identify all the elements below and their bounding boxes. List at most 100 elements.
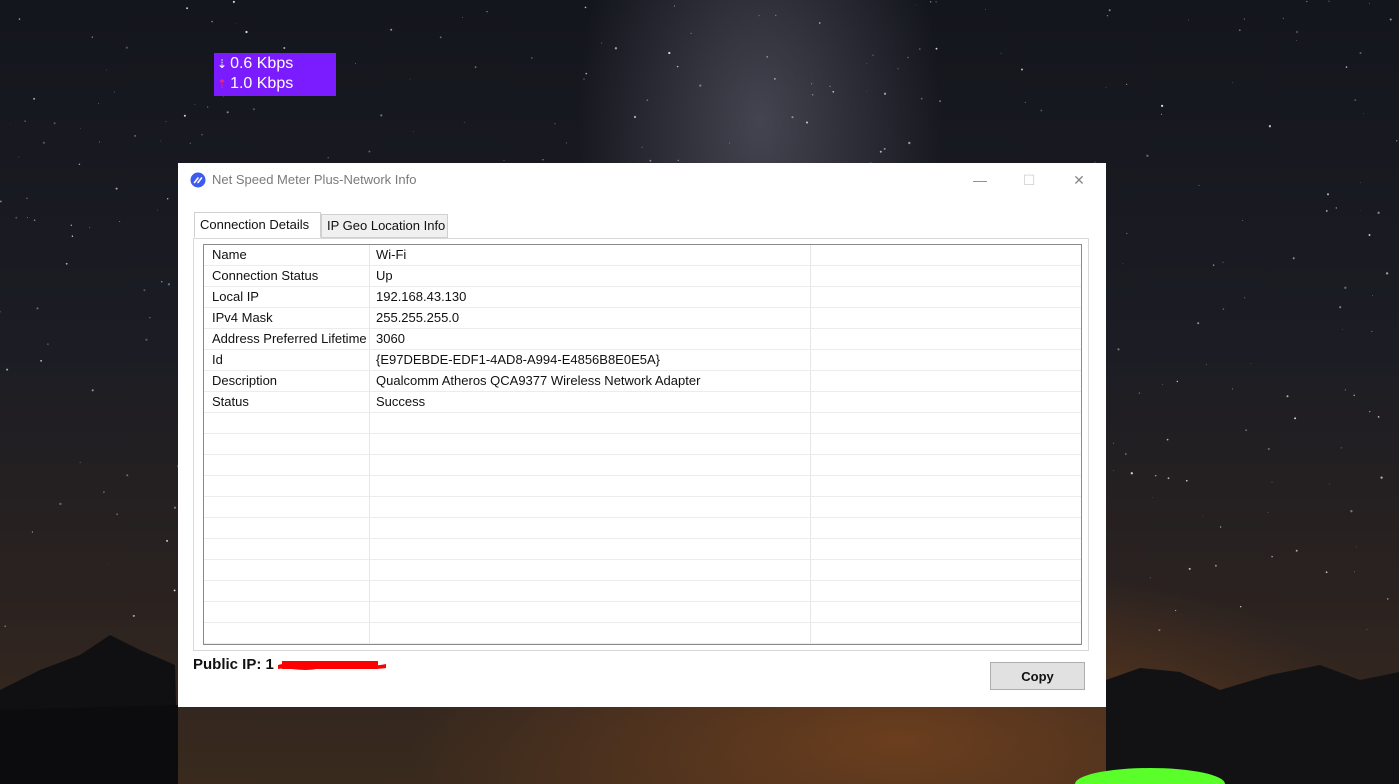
field-name-cell <box>204 518 370 538</box>
empty-table-row[interactable] <box>204 518 1081 539</box>
field-name-cell <box>204 434 370 454</box>
download-speed: 0.6 Kbps <box>230 55 294 72</box>
public-ip-caption: Public IP: <box>193 656 262 673</box>
extra-cell <box>811 434 1081 454</box>
field-name-cell: Description <box>204 371 370 391</box>
extra-cell <box>811 308 1081 328</box>
extra-cell <box>811 581 1081 601</box>
extra-cell <box>811 266 1081 286</box>
field-value-cell: 255.255.255.0 <box>370 308 811 328</box>
table-row[interactable]: Address Preferred Lifetime 3060 <box>204 329 1081 350</box>
field-value-cell <box>370 413 811 433</box>
field-name-cell <box>204 497 370 517</box>
minimize-button[interactable]: — <box>957 163 1003 197</box>
field-value-cell: Success <box>370 392 811 412</box>
extra-cell <box>811 287 1081 307</box>
extra-cell <box>811 497 1081 517</box>
field-value-cell: Qualcomm Atheros QCA9377 Wireless Networ… <box>370 371 811 391</box>
field-name-cell <box>204 476 370 496</box>
empty-table-row[interactable] <box>204 497 1081 518</box>
empty-table-row[interactable] <box>204 560 1081 581</box>
field-name-cell: Connection Status <box>204 266 370 286</box>
field-name-cell <box>204 455 370 475</box>
extra-cell <box>811 602 1081 622</box>
maximize-icon: ☐ <box>1022 171 1036 188</box>
field-value-cell: Up <box>370 266 811 286</box>
field-name-cell <box>204 560 370 580</box>
redaction-scribble <box>278 661 386 670</box>
close-icon: ✕ <box>1073 171 1085 188</box>
field-name-cell <box>204 581 370 601</box>
field-value-cell <box>370 539 811 559</box>
empty-table-row[interactable] <box>204 434 1081 455</box>
field-value-cell <box>370 518 811 538</box>
empty-table-row[interactable] <box>204 602 1081 623</box>
extra-cell <box>811 329 1081 349</box>
field-value-cell: 3060 <box>370 329 811 349</box>
tab-ip-geo-location-info[interactable]: IP Geo Location Info <box>321 214 448 238</box>
extra-cell <box>811 392 1081 412</box>
table-row[interactable]: IPv4 Mask 255.255.255.0 <box>204 308 1081 329</box>
extra-cell <box>811 350 1081 370</box>
field-name-cell: Status <box>204 392 370 412</box>
field-name-cell: Id <box>204 350 370 370</box>
empty-table-row[interactable] <box>204 539 1081 560</box>
field-value-cell <box>370 581 811 601</box>
network-info-window: Net Speed Meter Plus-Network Info — ☐ ✕ … <box>178 163 1106 707</box>
maximize-button[interactable]: ☐ <box>1006 163 1052 197</box>
title-bar[interactable]: Net Speed Meter Plus-Network Info — ☐ ✕ <box>178 163 1106 197</box>
field-value-cell <box>370 434 811 454</box>
extra-cell <box>811 518 1081 538</box>
extra-cell <box>811 455 1081 475</box>
field-name-cell <box>204 602 370 622</box>
tab-connection-details[interactable]: Connection Details <box>194 212 321 238</box>
table-row[interactable]: Id {E97DEBDE-EDF1-4AD8-A994-E4856B8E0E5A} <box>204 350 1081 371</box>
empty-table-row[interactable] <box>204 455 1081 476</box>
field-value-cell <box>370 455 811 475</box>
field-value-cell <box>370 623 811 643</box>
upload-speed: 1.0 Kbps <box>230 75 294 92</box>
field-name-cell <box>204 413 370 433</box>
field-name-cell <box>204 539 370 559</box>
field-value-cell: {E97DEBDE-EDF1-4AD8-A994-E4856B8E0E5A} <box>370 350 811 370</box>
table-row[interactable]: Connection Status Up <box>204 266 1081 287</box>
extra-cell <box>811 476 1081 496</box>
public-ip-label: Public IP: 1 <box>193 656 274 673</box>
upload-speed-row: ⇡ 1.0 Kbps <box>217 74 336 94</box>
table-row[interactable]: Local IP 192.168.43.130 <box>204 287 1081 308</box>
net-speed-widget[interactable]: ⇣ 0.6 Kbps ⇡ 1.0 Kbps <box>214 53 336 96</box>
field-name-cell: Name <box>204 245 370 265</box>
extra-cell <box>811 560 1081 580</box>
field-value-cell: 192.168.43.130 <box>370 287 811 307</box>
empty-table-row[interactable] <box>204 413 1081 434</box>
copy-button[interactable]: Copy <box>990 662 1085 690</box>
app-logo-icon <box>190 172 206 188</box>
public-ip-value: 1 <box>265 656 274 673</box>
field-name-cell: Local IP <box>204 287 370 307</box>
table-row[interactable]: Description Qualcomm Atheros QCA9377 Wire… <box>204 371 1081 392</box>
field-value-cell <box>370 560 811 580</box>
minimize-icon: — <box>973 172 987 188</box>
empty-table-row[interactable] <box>204 476 1081 497</box>
field-value-cell <box>370 602 811 622</box>
field-name-cell: Address Preferred Lifetime <box>204 329 370 349</box>
window-title: Net Speed Meter Plus-Network Info <box>212 172 417 187</box>
extra-cell <box>811 539 1081 559</box>
extra-cell <box>811 413 1081 433</box>
empty-table-row[interactable] <box>204 581 1081 602</box>
connection-details-grid[interactable]: Name Wi-Fi Connection Status Up Local IP 192.… <box>203 244 1082 645</box>
field-name-cell: IPv4 Mask <box>204 308 370 328</box>
field-value-cell <box>370 476 811 496</box>
empty-table-row[interactable] <box>204 623 1081 644</box>
close-button[interactable]: ✕ <box>1056 163 1102 197</box>
upload-arrow-icon: ⇡ <box>217 77 228 91</box>
download-speed-row: ⇣ 0.6 Kbps <box>217 54 336 74</box>
field-value-cell: Wi-Fi <box>370 245 811 265</box>
table-row[interactable]: Status Success <box>204 392 1081 413</box>
download-arrow-icon: ⇣ <box>217 57 228 71</box>
extra-cell <box>811 371 1081 391</box>
field-name-cell <box>204 623 370 643</box>
field-value-cell <box>370 497 811 517</box>
extra-cell <box>811 623 1081 643</box>
table-row[interactable]: Name Wi-Fi <box>204 245 1081 266</box>
